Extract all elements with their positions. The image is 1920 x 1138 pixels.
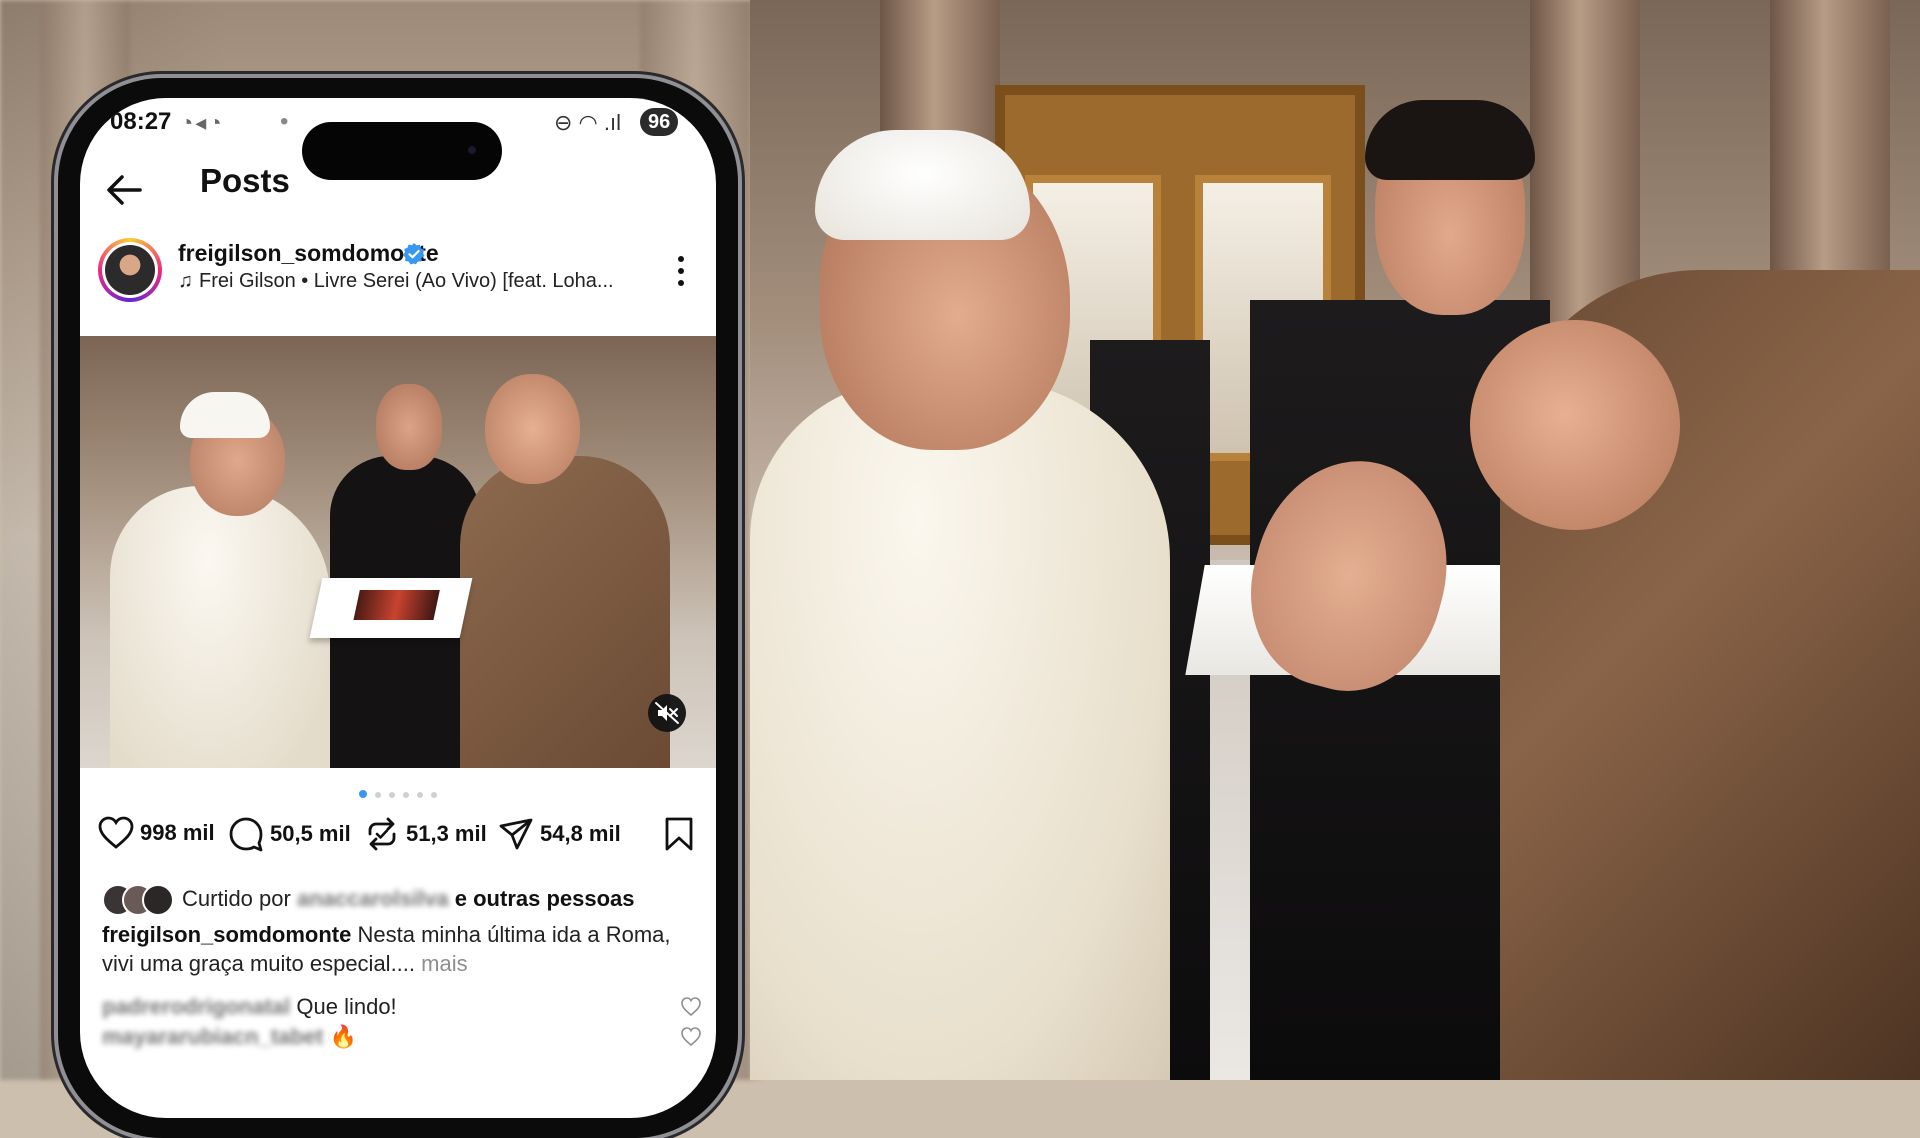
carousel-indicator <box>80 790 716 798</box>
phone-frame: 08:27 ◔◂◔ • ⊖ ◠ .ıl 96 Posts freigilson_… <box>58 78 738 1138</box>
post-username[interactable]: freigilson_somdomonte <box>178 240 439 267</box>
liked-by-prefix: Curtido por <box>182 886 291 911</box>
reposts-count: 51,3 mil <box>406 821 487 846</box>
status-dot: • <box>280 108 289 135</box>
comment-text: 🔥 <box>329 1024 357 1049</box>
repost-button[interactable]: 51,3 mil <box>364 816 487 852</box>
music-note-icon: ♫ <box>178 270 193 292</box>
verified-badge-icon <box>403 243 425 265</box>
avatar[interactable] <box>98 238 162 302</box>
carousel-dot <box>359 790 367 798</box>
phone-screen: 08:27 ◔◂◔ • ⊖ ◠ .ıl 96 Posts freigilson_… <box>80 98 716 1118</box>
likes-count: 998 mil <box>140 820 215 845</box>
comment-like-icon[interactable] <box>680 996 702 1018</box>
comment-text: Que lindo! <box>296 994 397 1019</box>
notification-icons: ◔◂◔ <box>180 110 224 135</box>
mute-icon[interactable] <box>648 694 686 732</box>
comment-username[interactable]: padrerodrigonatal <box>102 994 290 1019</box>
heart-icon <box>98 816 134 849</box>
back-arrow-icon[interactable] <box>102 168 146 212</box>
music-info[interactable]: ♫ Frei Gilson • Livre Serei (Ao Vivo) [fe… <box>178 270 614 293</box>
bookmark-icon[interactable] <box>664 816 694 852</box>
repost-icon <box>368 817 396 851</box>
comment-row: mayararubiacn_tabet 🔥 <box>102 1024 702 1054</box>
comment-username[interactable]: mayararubiacn_tabet <box>102 1024 323 1049</box>
carousel-dot <box>417 792 423 798</box>
carousel-dot <box>375 792 381 798</box>
comment-button[interactable]: 50,5 mil <box>228 816 351 852</box>
liked-by[interactable]: Curtido por anaccarolsilva e outras pess… <box>102 884 702 916</box>
system-icons: ⊖ ◠ .ıl <box>554 110 621 135</box>
like-button[interactable]: 998 mil <box>98 816 215 850</box>
music-title: Frei Gilson • Livre Serei (Ao Vivo) [fea… <box>199 270 614 292</box>
shares-count: 54,8 mil <box>540 821 621 846</box>
background-photo <box>750 0 1920 1080</box>
comment-row: padrerodrigonatal Que lindo! <box>102 994 702 1024</box>
share-button[interactable]: 54,8 mil <box>498 816 621 852</box>
page-title: Posts <box>200 162 290 199</box>
action-bar: 998 mil 50,5 mil 51,3 mil 54,8 mil <box>80 810 716 860</box>
more-options-icon[interactable] <box>676 254 686 288</box>
carousel-dot <box>431 792 437 798</box>
liked-by-avatars <box>102 884 174 916</box>
carousel-dot <box>403 792 409 798</box>
liked-by-suffix: e outras pessoas <box>454 886 635 911</box>
caption-more-link[interactable]: mais <box>421 951 467 976</box>
carousel-dot <box>389 792 395 798</box>
comments-count: 50,5 mil <box>270 821 351 846</box>
post-caption: freigilson_somdomonte Nesta minha última… <box>102 920 702 978</box>
posts-header: Posts <box>80 162 716 232</box>
status-time: 08:27 <box>110 108 172 135</box>
battery-icon: 96 <box>640 108 679 136</box>
post-image[interactable] <box>80 336 716 768</box>
caption-username[interactable]: freigilson_somdomonte <box>102 922 351 947</box>
share-icon <box>499 818 533 850</box>
comment-icon <box>229 817 263 852</box>
post-header: freigilson_somdomonte ♫ Frei Gilson • Liv… <box>80 238 716 320</box>
comment-like-icon[interactable] <box>680 1026 702 1048</box>
liked-by-user[interactable]: anaccarolsilva <box>297 886 449 911</box>
